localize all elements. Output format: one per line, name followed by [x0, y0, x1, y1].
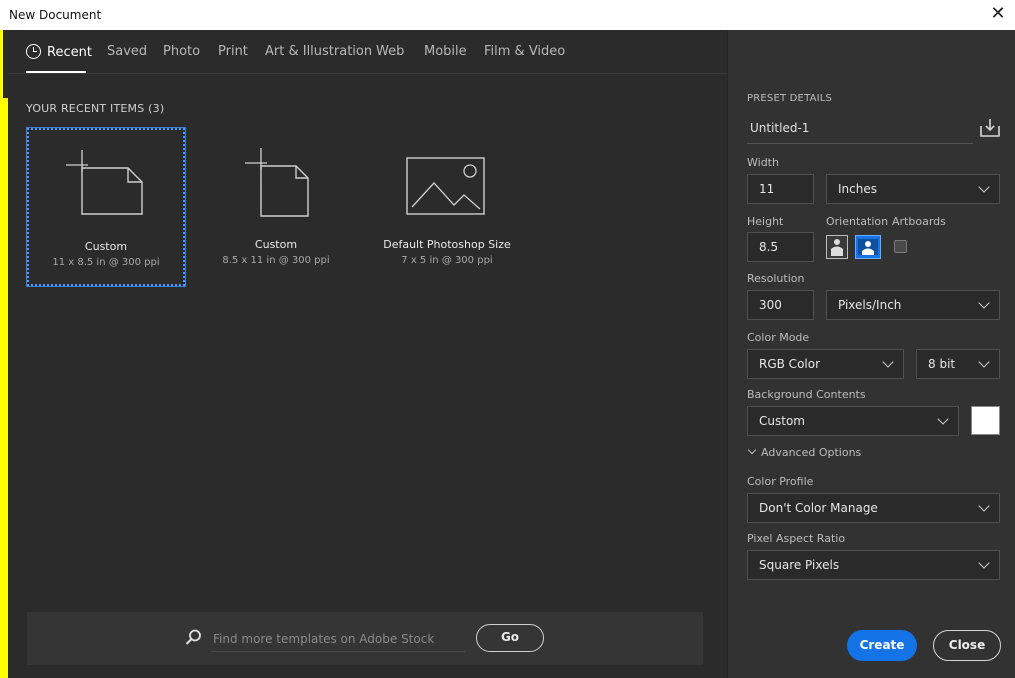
color-profile-value: Don't Color Manage [759, 501, 878, 515]
color-mode-value: RGB Color [759, 357, 821, 371]
recent-item-name: Default Photoshop Size [383, 238, 511, 251]
chevron-down-icon [978, 297, 990, 309]
width-label: Width [747, 156, 779, 169]
tab-print[interactable]: Print [218, 44, 248, 59]
chevron-down-icon [978, 356, 990, 368]
advanced-options-label: Advanced Options [761, 446, 862, 459]
background-contents-select[interactable]: Custom [747, 406, 959, 436]
height-input[interactable]: 8.5 [747, 232, 814, 262]
bit-depth-select[interactable]: 8 bit [916, 349, 1000, 379]
image-placeholder-icon [406, 157, 485, 215]
artboards-label: Artboards [892, 215, 946, 228]
chevron-down-icon [978, 500, 990, 512]
window-title: New Document [9, 8, 102, 22]
window-close-icon[interactable]: ✕ [987, 3, 1009, 25]
edge-highlight-wide [0, 98, 8, 678]
stock-search-bar: Go [27, 612, 703, 665]
pixel-aspect-select[interactable]: Square Pixels [747, 550, 1000, 580]
preset-details-heading: PRESET DETAILS [747, 93, 833, 104]
tab-mobile[interactable]: Mobile [424, 44, 467, 59]
advanced-options-toggle[interactable]: Advanced Options [747, 445, 862, 459]
tab-photo[interactable]: Photo [163, 44, 200, 59]
recent-item-portrait[interactable]: Custom 8.5 x 11 in @ 300 ppi [197, 128, 355, 286]
active-tab-indicator [26, 71, 86, 73]
preset-name-field[interactable]: Untitled-1 [747, 116, 973, 144]
color-profile-select[interactable]: Don't Color Manage [747, 493, 1000, 523]
resolution-unit-select[interactable]: Pixels/Inch [826, 290, 1000, 320]
landscape-document-icon [66, 150, 143, 215]
recent-items-count: (3) [148, 102, 165, 115]
close-button[interactable]: Close [933, 630, 1001, 661]
height-label: Height [747, 215, 784, 228]
chevron-down-icon [937, 413, 949, 425]
recent-item-default-size[interactable]: Default Photoshop Size 7 x 5 in @ 300 pp… [368, 128, 526, 286]
search-icon [185, 629, 201, 645]
tab-web[interactable]: Web [376, 44, 404, 59]
clock-icon [26, 44, 41, 59]
chevron-down-icon [978, 181, 990, 193]
tab-recent[interactable]: Recent [26, 44, 92, 60]
width-input[interactable]: 11 [747, 174, 814, 204]
pixel-aspect-label: Pixel Aspect Ratio [747, 532, 846, 545]
resolution-input[interactable]: 300 [747, 290, 814, 320]
recent-item-landscape[interactable]: Custom 11 x 8.5 in @ 300 ppi [26, 127, 186, 287]
orientation-label: Orientation [826, 215, 889, 228]
recent-item-desc: 7 x 5 in @ 300 ppi [401, 255, 493, 266]
recent-item-name: Custom [254, 238, 298, 251]
tab-recent-label: Recent [47, 45, 92, 60]
landscape-orientation-icon[interactable] [855, 235, 881, 259]
presets-panel: Recent Saved Photo Print Art & Illustrat… [8, 30, 727, 678]
width-unit-select[interactable]: Inches [826, 174, 1000, 204]
recent-items-heading: YOUR RECENT ITEMS (3) [26, 102, 164, 115]
color-mode-select[interactable]: RGB Color [747, 349, 904, 379]
tab-art-illustration[interactable]: Art & Illustration [265, 44, 372, 59]
artboards-checkbox[interactable] [894, 240, 907, 253]
color-mode-label: Color Mode [747, 331, 810, 344]
chevron-down-icon [747, 445, 757, 455]
background-contents-value: Custom [759, 414, 805, 428]
background-color-swatch[interactable] [971, 406, 1000, 435]
save-preset-icon[interactable] [979, 118, 1001, 138]
resolution-label: Resolution [747, 272, 805, 285]
tab-film-video[interactable]: Film & Video [484, 44, 565, 59]
recent-item-name: Custom [84, 240, 128, 253]
title-bar: New Document ✕ [0, 0, 1015, 30]
tab-saved[interactable]: Saved [107, 44, 147, 59]
color-profile-label: Color Profile [747, 475, 814, 488]
preset-details-panel: PRESET DETAILS Untitled-1 Width 11 Inche… [727, 30, 1015, 678]
width-unit-value: Inches [838, 182, 877, 196]
bit-depth-value: 8 bit [928, 357, 956, 371]
background-contents-label: Background Contents [747, 388, 866, 401]
go-button[interactable]: Go [476, 624, 544, 652]
chevron-down-icon [978, 557, 990, 569]
portrait-orientation-icon[interactable] [826, 235, 848, 259]
recent-item-desc: 11 x 8.5 in @ 300 ppi [52, 257, 160, 268]
create-button[interactable]: Create [847, 630, 917, 661]
recent-item-desc: 8.5 x 11 in @ 300 ppi [222, 255, 330, 266]
chevron-down-icon [882, 356, 894, 368]
recent-items-label: YOUR RECENT ITEMS [26, 102, 145, 115]
stock-search-input[interactable] [211, 626, 465, 652]
portrait-document-icon [245, 148, 309, 217]
resolution-unit-value: Pixels/Inch [838, 298, 902, 312]
category-tabs: Recent Saved Photo Print Art & Illustrat… [8, 30, 727, 74]
pixel-aspect-value: Square Pixels [759, 558, 840, 572]
